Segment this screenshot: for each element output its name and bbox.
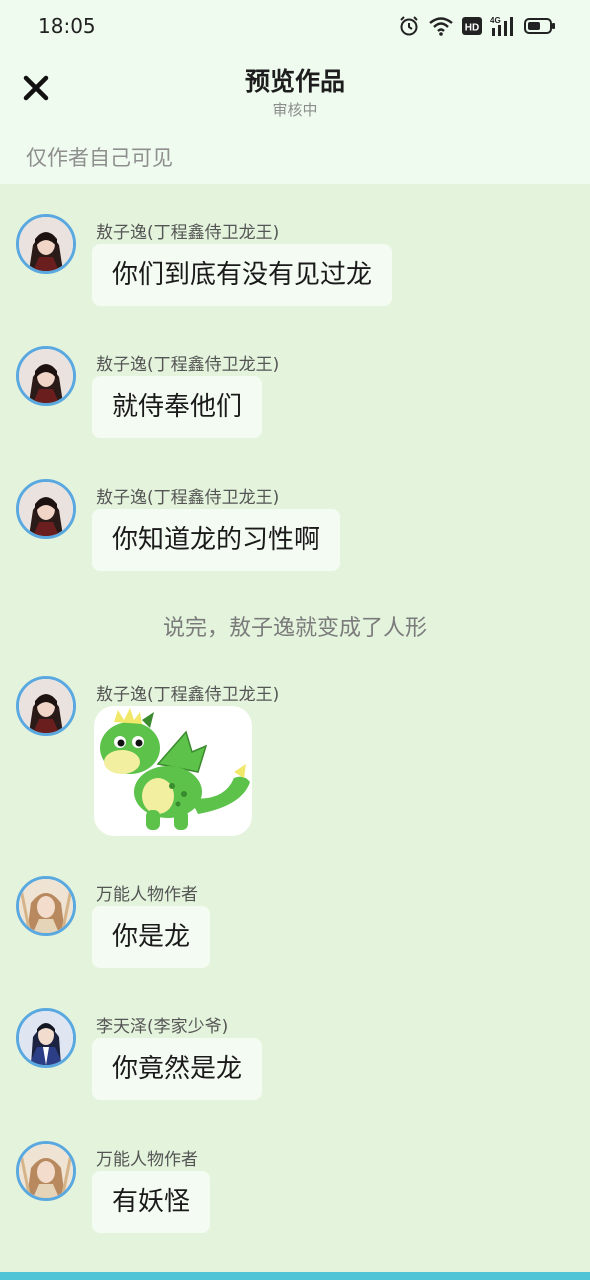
avatar-author[interactable] <box>16 1141 76 1201</box>
sender-name: 敖子逸(丁程鑫侍卫龙王) <box>96 488 280 508</box>
review-status: 审核中 <box>272 101 318 119</box>
sender-name: 敖子逸(丁程鑫侍卫龙王) <box>96 355 280 375</box>
avatar-aoziyi[interactable] <box>16 346 76 406</box>
message-bubble[interactable]: 你知道龙的习性啊 <box>92 509 341 571</box>
network-label: 4G <box>490 16 501 25</box>
visibility-note: 仅作者自己可见 <box>26 146 173 170</box>
battery-icon <box>524 16 556 36</box>
message-bubble[interactable]: 就侍奉他们 <box>92 376 263 438</box>
avatar-aoziyi[interactable] <box>16 479 76 539</box>
header: 预览作品 审核中 仅作者自己可见 <box>0 52 590 184</box>
alarm-icon <box>398 15 420 37</box>
status-icons: HD 4G <box>398 14 556 38</box>
status-time: 18:05 <box>38 14 96 38</box>
avatar-author[interactable] <box>16 876 76 936</box>
wifi-icon <box>428 15 454 37</box>
sender-name: 李天泽(李家少爷) <box>96 1017 229 1037</box>
bottom-bar <box>0 1272 590 1280</box>
page-title: 预览作品 <box>244 67 345 96</box>
message-bubble[interactable]: 你竟然是龙 <box>92 1038 263 1100</box>
avatar-aoziyi[interactable] <box>16 676 76 736</box>
sender-name: 敖子逸(丁程鑫侍卫龙王) <box>96 685 280 705</box>
page: 18:05 HD 4G 预览作品 审核中 仅作者自己可见 敖子逸(丁程鑫侍卫龙王… <box>0 0 590 1280</box>
narration-text: 说完，敖子逸就变成了人形 <box>162 616 427 641</box>
sender-name: 敖子逸(丁程鑫侍卫龙王) <box>96 223 280 243</box>
sender-name: 万能人物作者 <box>96 1150 198 1170</box>
avatar-aoziyi[interactable] <box>16 214 76 274</box>
signal-4g-icon: 4G <box>490 15 516 37</box>
green-dragon-sticker <box>100 708 250 830</box>
hd-icon: HD <box>462 16 482 36</box>
avatar-litianze[interactable] <box>16 1008 76 1068</box>
sticker-image[interactable] <box>94 706 252 836</box>
hd-icon-label: HD <box>465 23 479 34</box>
status-bar: 18:05 HD 4G <box>0 0 590 52</box>
message-bubble[interactable]: 有妖怪 <box>92 1171 211 1233</box>
message-bubble[interactable]: 你们到底有没有见过龙 <box>92 244 393 306</box>
message-bubble[interactable]: 你是龙 <box>92 906 211 968</box>
sender-name: 万能人物作者 <box>96 885 198 905</box>
